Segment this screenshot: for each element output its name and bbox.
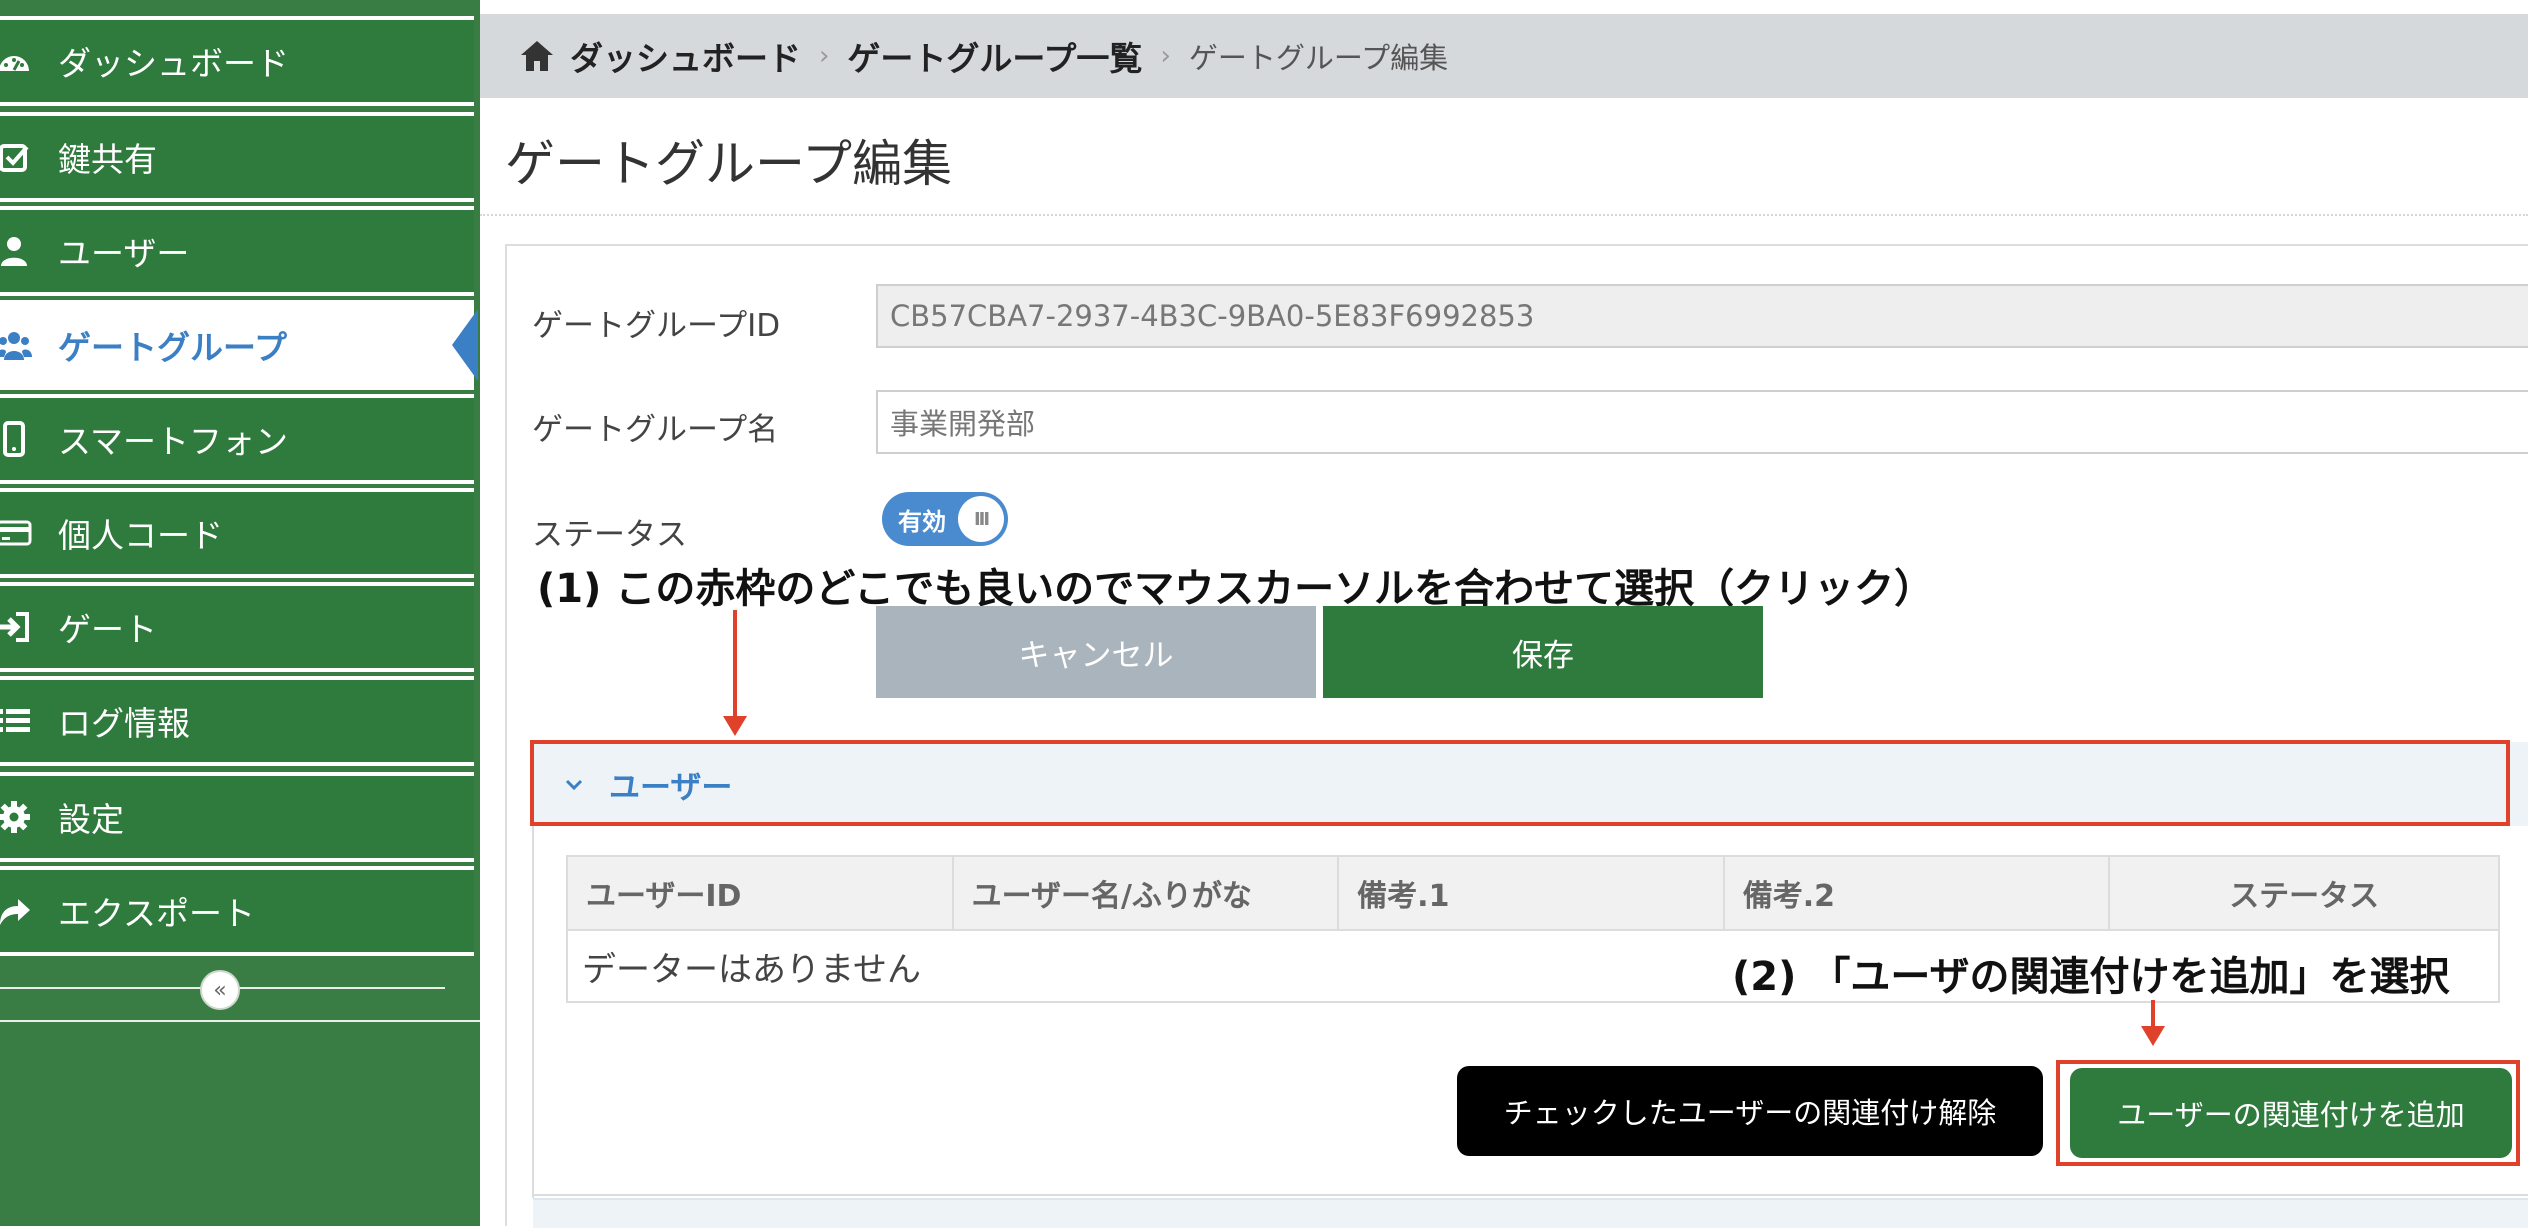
sidebar-item-label: 鍵共有 — [58, 140, 157, 179]
checkbox-icon — [0, 139, 32, 175]
sidebar-item-smartphone[interactable]: スマートフォン — [0, 394, 474, 484]
sidebar-item-label: エクスポート — [58, 894, 256, 933]
sidebar-item-gate-group[interactable]: ゲートグループ — [0, 300, 474, 390]
sidebar-item-export[interactable]: エクスポート — [0, 866, 474, 956]
gate-group-name-label: ゲートグループ名 — [532, 412, 779, 448]
annotation-arrow-1-head — [723, 716, 747, 736]
next-section-header[interactable] — [533, 1198, 2528, 1228]
annotation-highlight-user-section — [530, 740, 2510, 826]
sidebar-item-label: 設定 — [58, 800, 124, 839]
sidebar-item-key-share[interactable]: 鍵共有 — [0, 112, 474, 202]
breadcrumb-separator: › — [819, 41, 830, 71]
gear-icon — [0, 799, 32, 835]
gate-group-id-label: ゲートグループID — [532, 308, 781, 344]
sidebar-collapse-button[interactable]: « — [200, 970, 240, 1010]
toggle-knob: III — [958, 496, 1004, 542]
sidebar-item-label: ゲート — [58, 610, 157, 649]
column-header-note-2[interactable]: 備考.2 — [1722, 855, 2111, 931]
breadcrumb-separator: › — [1160, 41, 1171, 71]
cancel-button[interactable]: キャンセル — [876, 606, 1316, 698]
top-bar — [480, 0, 2528, 14]
gate-group-id-field: CB57CBA7-2937-4B3C-9BA0-5E83F6992853 — [876, 284, 2528, 348]
annotation-arrow-2 — [2151, 1000, 2155, 1028]
gate-group-name-field[interactable]: 事業開発部 — [876, 390, 2528, 454]
sidebar-item-users[interactable]: ユーザー — [0, 206, 474, 296]
sidebar-item-label: ログ情報 — [58, 704, 190, 743]
dashboard-icon — [0, 43, 32, 79]
save-button[interactable]: 保存 — [1323, 606, 1763, 698]
double-chevron-left-icon: « — [213, 977, 227, 1003]
annotation-arrow-2-head — [2141, 1026, 2165, 1046]
list-icon — [0, 703, 32, 739]
credit-card-icon — [0, 515, 32, 551]
users-group-icon — [0, 327, 32, 363]
smartphone-icon — [0, 421, 32, 457]
breadcrumb-gate-group-list-link[interactable]: ゲートグループ一覧 — [847, 32, 1142, 80]
annotation-highlight-add-button — [2056, 1060, 2520, 1166]
sidebar-item-gate[interactable]: ゲート — [0, 582, 474, 672]
annotation-arrow-1 — [733, 610, 737, 718]
share-icon — [0, 893, 32, 929]
annotation-step-2: (2) 「ユーザの関連付けを追加」を選択 — [1732, 954, 2450, 1000]
title-divider — [480, 214, 2528, 216]
sidebar: ダッシュボード 鍵共有 ユーザー ゲートグループ スマートフォン 個人コード ゲ… — [0, 0, 480, 1226]
sidebar-item-settings[interactable]: 設定 — [0, 772, 474, 862]
active-indicator — [452, 309, 478, 381]
home-icon[interactable] — [518, 37, 556, 75]
section-border — [532, 1194, 2528, 1196]
sidebar-item-label: ユーザー — [58, 234, 190, 273]
column-header-note-1[interactable]: 備考.1 — [1337, 855, 1725, 931]
column-header-user-id[interactable]: ユーザーID — [566, 855, 954, 931]
unlink-checked-users-button[interactable]: チェックしたユーザーの関連付け解除 — [1457, 1066, 2043, 1156]
sidebar-item-personal-code[interactable]: 個人コード — [0, 488, 474, 578]
user-icon — [0, 233, 32, 269]
table-header-row: ユーザーID ユーザー名/ふりがな 備考.1 備考.2 ステータス — [566, 855, 2500, 931]
sidebar-item-label: ダッシュボード — [58, 44, 289, 83]
sidebar-divider — [0, 1020, 480, 1022]
sidebar-item-label: スマートフォン — [58, 422, 289, 461]
sidebar-item-label: 個人コード — [58, 516, 223, 555]
status-toggle-label: 有効 — [898, 507, 946, 536]
section-border — [532, 826, 534, 1198]
breadcrumb: ダッシュボード › ゲートグループ一覧 › ゲートグループ編集 — [480, 14, 2528, 98]
sidebar-item-dashboard[interactable]: ダッシュボード — [0, 16, 474, 106]
column-header-status[interactable]: ステータス — [2108, 855, 2500, 931]
breadcrumb-dashboard-link[interactable]: ダッシュボード — [570, 32, 801, 80]
sidebar-item-log[interactable]: ログ情報 — [0, 676, 474, 766]
sign-in-icon — [0, 609, 32, 645]
status-label: ステータス — [532, 517, 687, 553]
status-toggle[interactable]: 有効 III — [882, 492, 1008, 546]
sidebar-item-label: ゲートグループ — [58, 328, 288, 367]
column-header-user-name[interactable]: ユーザー名/ふりがな — [951, 855, 1340, 931]
page-title: ゲートグループ編集 — [505, 135, 952, 193]
breadcrumb-current: ゲートグループ編集 — [1188, 41, 1449, 75]
